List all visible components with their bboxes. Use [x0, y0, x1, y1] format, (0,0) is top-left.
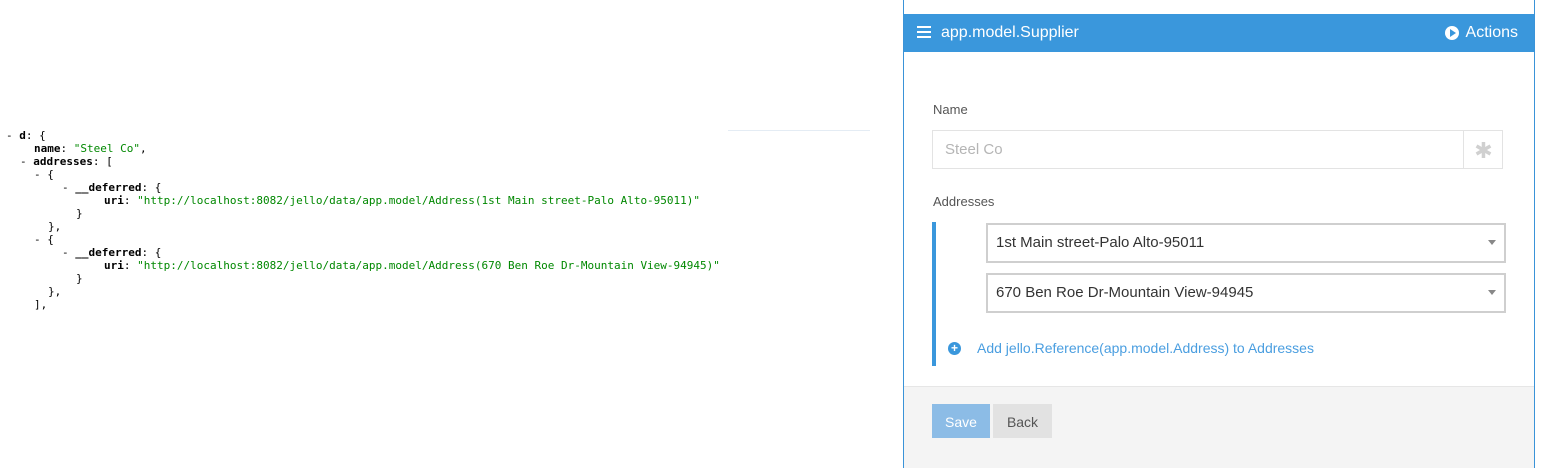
collapse-toggle[interactable]: - — [6, 129, 19, 142]
collapse-toggle[interactable]: - — [20, 155, 33, 168]
actions-button[interactable]: Actions — [1444, 24, 1518, 42]
json-punct: , — [139, 142, 147, 155]
add-address-label: Add jello.Reference(app.model.Address) t… — [977, 340, 1314, 356]
json-line: }, — [0, 285, 880, 298]
panel-header: app.model.Supplier Actions — [904, 14, 1534, 52]
json-punct: : [ — [92, 155, 113, 168]
json-key: name — [34, 142, 61, 155]
json-punct: : — [123, 259, 138, 272]
json-punct: : — [123, 194, 138, 207]
json-line: name: "Steel Co", — [0, 142, 880, 155]
json-punct: }, — [48, 285, 62, 298]
json-punct: : { — [141, 246, 162, 259]
json-line: - addresses: [ — [0, 155, 880, 168]
panel-title: app.model.Supplier — [941, 24, 1079, 41]
json-line: - { — [0, 233, 880, 246]
address-select-value: 1st Main street-Palo Alto-95011 — [996, 234, 1205, 251]
addresses-group-bar — [932, 222, 936, 366]
json-line: ], — [0, 298, 880, 311]
caret-down-icon — [1488, 240, 1496, 245]
json-key: addresses — [33, 155, 93, 168]
json-line: } — [0, 272, 880, 285]
json-key: d — [19, 129, 26, 142]
name-label: Name — [933, 102, 968, 117]
name-field[interactable]: Steel Co — [932, 130, 1503, 169]
panel-footer: Save Back — [904, 386, 1534, 468]
hamburger-icon[interactable] — [917, 26, 931, 38]
json-line: - __deferred: { — [0, 181, 880, 194]
address-select-value: 670 Ben Roe Dr-Mountain View-94945 — [996, 284, 1254, 301]
actions-label: Actions — [1465, 24, 1518, 41]
json-key: __deferred — [75, 181, 142, 194]
json-string-value: "http://localhost:8082/jello/data/app.mo… — [137, 259, 720, 272]
collapse-toggle[interactable]: - — [62, 181, 75, 194]
json-key: uri — [104, 194, 124, 207]
json-line: } — [0, 207, 880, 220]
add-address-link[interactable]: + Add jello.Reference(app.model.Address)… — [948, 340, 1314, 356]
json-punct: { — [47, 168, 54, 181]
asterisk-icon: ✱ — [1463, 131, 1503, 168]
json-string-value: "Steel Co" — [73, 142, 140, 155]
panel-top-border — [903, 0, 1535, 14]
back-button[interactable]: Back — [993, 404, 1052, 438]
supplier-panel: app.model.Supplier Actions Name Steel Co… — [903, 14, 1535, 468]
json-line: - { — [0, 168, 880, 181]
json-key: uri — [104, 259, 124, 272]
collapse-toggle[interactable]: - — [34, 233, 47, 246]
address-select-2[interactable]: 670 Ben Roe Dr-Mountain View-94945 — [986, 273, 1506, 313]
json-punct: } — [76, 207, 83, 220]
collapse-toggle[interactable]: - — [62, 246, 75, 259]
json-line: - __deferred: { — [0, 246, 880, 259]
json-punct: ], — [34, 298, 48, 311]
addresses-label: Addresses — [933, 194, 995, 209]
json-line: uri: "http://localhost:8082/jello/data/a… — [0, 194, 880, 207]
caret-down-icon — [1488, 290, 1496, 295]
play-circle-icon — [1444, 26, 1459, 40]
json-punct: : { — [25, 129, 46, 142]
divider-line — [728, 130, 870, 131]
json-punct: { — [47, 233, 54, 246]
save-button[interactable]: Save — [932, 404, 990, 438]
plus-circle-icon: + — [948, 341, 961, 355]
json-string-value: "http://localhost:8082/jello/data/app.mo… — [137, 194, 701, 207]
json-punct: : — [60, 142, 74, 155]
collapse-toggle[interactable]: - — [34, 168, 47, 181]
json-punct: } — [76, 272, 83, 285]
json-line: }, — [0, 220, 880, 233]
json-line: uri: "http://localhost:8082/jello/data/a… — [0, 259, 880, 272]
json-key: __deferred — [75, 246, 142, 259]
address-select-1[interactable]: 1st Main street-Palo Alto-95011 — [986, 223, 1506, 263]
json-viewer: - d: {name: "Steel Co", - addresses: [- {… — [0, 129, 880, 311]
json-punct: : { — [141, 181, 162, 194]
json-punct: }, — [48, 220, 62, 233]
